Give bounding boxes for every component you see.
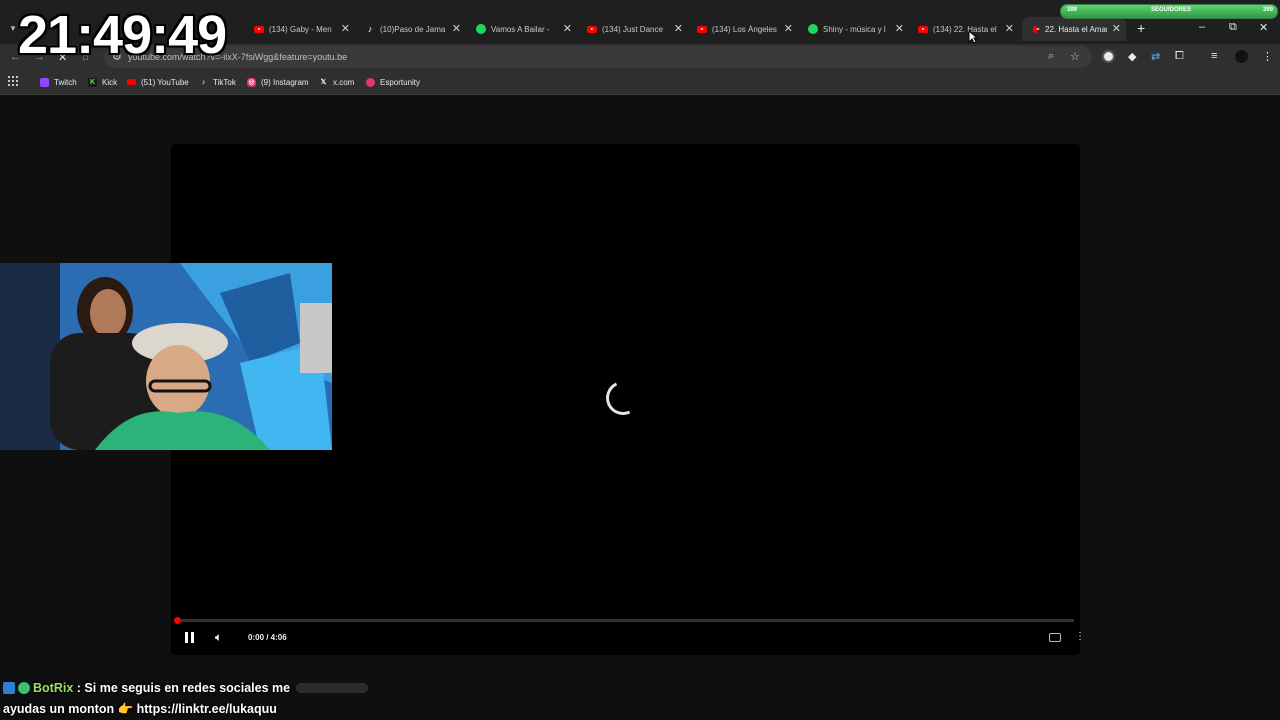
bookmark-x[interactable]: 𝕏 x.com [319,76,355,88]
bookmark-label: x.com [333,77,355,87]
bookmark-tiktok[interactable]: ♪ TikTok [199,76,236,88]
volume-icon[interactable]: 🔈︎ [215,630,222,645]
close-tab-icon[interactable]: ✕ [1112,22,1121,35]
youtube-icon [697,24,707,34]
menu-kebab-icon[interactable]: ⋮ [1262,50,1273,63]
close-tab-icon[interactable]: ✕ [895,22,904,35]
tab-hasta-el[interactable]: (134) 22. Hasta el ✕ [918,19,1014,39]
follower-goal-target: 399 [1262,7,1273,13]
tab-vamos-a-bailar[interactable]: Vamos A Bailar - ✕ [476,19,572,39]
x-icon: 𝕏 [320,79,327,86]
maximize-icon[interactable]: ⧉ [1229,21,1237,34]
tab-title: 22. Hasta el Amar [1045,24,1107,34]
bookmark-label: (51) YouTube [141,77,189,87]
bookmark-twitch[interactable]: Twitch [40,76,77,88]
bookmark-instagram[interactable]: ◎ (9) Instagram [247,76,309,88]
scrubber-handle[interactable] [174,617,181,624]
time-display: 0:00 / 4:06 [248,633,287,642]
esportunity-icon [366,77,375,87]
profile-avatar[interactable] [1235,50,1248,63]
close-window-icon[interactable]: ✕ [1259,21,1268,34]
tab-title: (134) Just Dance [602,24,663,34]
youtube-icon [127,79,136,85]
bookmark-youtube[interactable]: (51) YouTube [127,76,189,88]
spotify-icon [476,24,486,34]
tab-hasta-el-amar-active[interactable]: 22. Hasta el Amar ✕ [1022,17,1126,41]
close-tab-icon[interactable]: ✕ [674,22,683,35]
close-tab-icon[interactable]: ✕ [1005,22,1014,35]
tiktok-icon: ♪ [367,24,373,34]
chat-message-line1: Si me seguis en redes sociales me [84,681,291,695]
tab-title: Shiny - música y l [823,24,886,34]
bookmark-label: TikTok [213,77,236,87]
subtitles-icon[interactable] [1049,633,1061,642]
spotify-icon [808,24,818,34]
webcam-image [0,263,332,450]
zoom-icon[interactable]: ⌕ [1048,50,1054,63]
chat-message: BotRix : Si me seguis en redes sociales … [3,678,423,720]
stream-clock: 21:49:49 [18,5,227,65]
tab-paso-de-jama[interactable]: ♪ (10)Paso de Jama ✕ [365,19,461,39]
bookmarks-bar: Twitch K Kick (51) YouTube ♪ TikTok ◎ (9… [0,70,1280,95]
extensions-puzzle-icon[interactable]: ⧠ [1175,50,1184,63]
chat-username: BotRix [33,681,74,695]
bookmark-kick[interactable]: K Kick [88,76,117,88]
pause-button[interactable] [185,632,195,643]
verified-badge-icon [18,682,30,694]
apps-grid-icon[interactable] [8,76,18,86]
follower-goal-label: SEGUIDORES [1151,7,1192,13]
bookmark-label: Kick [102,77,118,87]
follower-goal-bar: 399 SEGUIDORES 399 [1060,4,1278,19]
extension-diamond-icon[interactable]: ◆ [1128,50,1136,63]
follower-goal-current: 399 [1067,7,1078,13]
tab-just-dance[interactable]: (134) Just Dance ✕ [587,19,683,39]
twitch-icon [40,77,49,87]
kick-icon: K [88,77,97,87]
moderator-badge-icon [3,682,15,694]
minimize-icon[interactable]: – [1199,21,1205,33]
youtube-icon [1030,24,1040,34]
tab-title: (134) Los Ángeles [712,24,777,34]
bookmark-label: Twitch [54,77,77,87]
mouse-cursor-icon [968,30,978,44]
tab-los-angeles[interactable]: (134) Los Ángeles ✕ [697,19,793,39]
bookmark-label: (9) Instagram [261,77,309,87]
more-options-icon[interactable]: ⋮ [1075,631,1085,642]
close-tab-icon[interactable]: ✕ [784,22,793,35]
youtube-icon [918,24,928,34]
youtube-icon [254,24,264,34]
tab-shiny[interactable]: Shiny - música y l ✕ [808,19,904,39]
tab-title: Vamos A Bailar - [491,24,550,34]
close-tab-icon[interactable]: ✕ [563,22,572,35]
tab-gaby[interactable]: (134) Gaby - Men ✕ [254,19,350,39]
loading-spinner-icon [601,376,645,420]
translate-extension-icon[interactable]: ⇄ [1151,50,1160,63]
bookmark-label: Esportunity [380,77,421,87]
new-tab-icon[interactable]: + [1137,20,1145,36]
chat-separator: : [76,681,81,695]
extension-icon[interactable] [1102,50,1115,63]
bookmark-esportunity[interactable]: Esportunity [366,76,420,88]
close-tab-icon[interactable]: ✕ [452,22,461,35]
tiktok-icon: ♪ [201,78,206,86]
youtube-icon [587,24,597,34]
media-controls-icon[interactable]: ≡ [1211,50,1217,62]
progress-bar[interactable] [174,617,1074,624]
bookmark-star-icon[interactable]: ☆ [1070,50,1080,63]
address-bar[interactable]: ⚙ youtube.com/watch?v=-iixX-7fsiWgg&feat… [104,46,1092,68]
instagram-icon: ◎ [247,77,256,87]
chat-message-line2: ayudas un monton 👉 https://linktr.ee/luk… [3,702,277,716]
close-tab-icon[interactable]: ✕ [341,22,350,35]
tab-title: (10)Paso de Jama [380,24,446,34]
webcam-overlay [0,263,332,450]
tab-title: (134) Gaby - Men [269,24,332,34]
